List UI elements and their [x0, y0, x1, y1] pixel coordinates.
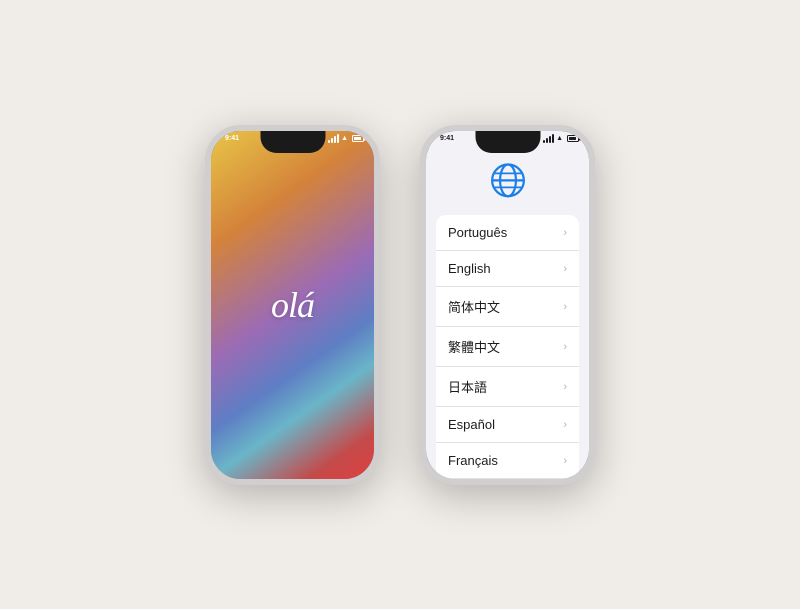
status-icons-right: ▲ [543, 135, 579, 143]
chevron-icon-portugues: › [563, 227, 567, 239]
language-label-french: Français [448, 453, 498, 468]
splash-screen: olá [211, 131, 374, 479]
language-label-simplified-chinese: 简体中文 [448, 297, 500, 316]
language-item-japanese[interactable]: 日本語 › [436, 367, 579, 407]
status-icons-left: ▲ [328, 135, 364, 143]
language-item-english[interactable]: English › [436, 251, 579, 287]
chevron-icon-english: › [563, 263, 567, 275]
signal-icon-right [543, 135, 554, 143]
notch-left [260, 131, 325, 153]
battery-icon-right [567, 135, 579, 142]
time-right: 9:41 [440, 135, 454, 142]
chevron-icon-simplified-chinese: › [563, 301, 567, 313]
language-item-spanish[interactable]: Español › [436, 407, 579, 443]
signal-icon-left [328, 135, 339, 143]
chevron-icon-french: › [563, 455, 567, 467]
chevron-icon-japanese: › [563, 381, 567, 393]
splash-text: olá [271, 284, 314, 326]
left-phone: 9:41 ▲ olá [205, 125, 380, 485]
language-list: Português › English › 简体中文 › 繁體中文 › 日本語 › Español ›… [436, 215, 579, 478]
language-screen: Português › English › 简体中文 › 繁體中文 › 日本語 › Español ›… [426, 131, 589, 479]
chevron-icon-traditional-chinese: › [563, 341, 567, 353]
language-item-traditional-chinese[interactable]: 繁體中文 › [436, 327, 579, 367]
language-item-portugues[interactable]: Português › [436, 215, 579, 251]
language-label-spanish: Español [448, 417, 495, 432]
wifi-icon-left: ▲ [341, 135, 348, 142]
language-label-english: English [448, 261, 491, 276]
wifi-icon-right: ▲ [556, 135, 563, 142]
chevron-icon-spanish: › [563, 419, 567, 431]
language-label-traditional-chinese: 繁體中文 [448, 337, 500, 356]
battery-icon-left [352, 135, 364, 142]
language-label-portugues: Português [448, 225, 507, 240]
language-label-japanese: 日本語 [448, 377, 487, 396]
right-phone: 9:41 ▲ Português › English › 简体中文 › 繁體中文 › 日本語 [420, 125, 595, 485]
notch-right [475, 131, 540, 153]
time-left: 9:41 [225, 135, 239, 142]
language-item-simplified-chinese[interactable]: 简体中文 › [436, 287, 579, 327]
language-item-french[interactable]: Français › [436, 443, 579, 478]
globe-icon [486, 161, 530, 200]
